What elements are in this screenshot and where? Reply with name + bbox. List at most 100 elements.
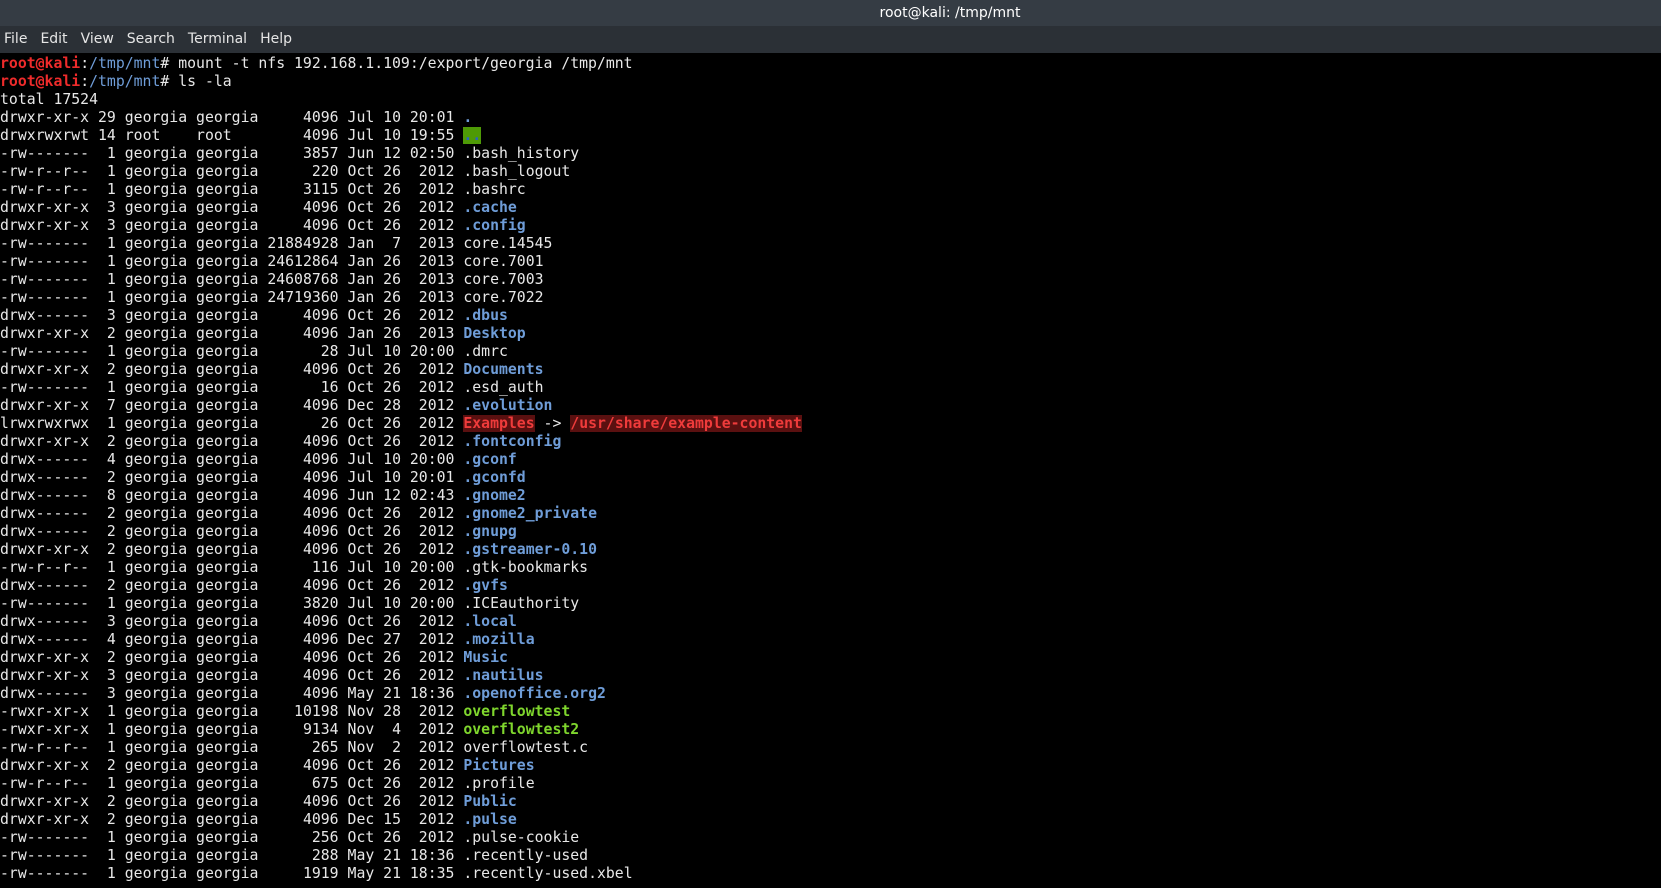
entry-name[interactable]: Public bbox=[463, 793, 516, 810]
entry-links: 3 bbox=[98, 667, 116, 684]
entry-name[interactable]: .esd_auth bbox=[463, 379, 543, 396]
entry-permissions: drwx------ bbox=[0, 577, 90, 594]
entry-name[interactable]: .gnupg bbox=[463, 523, 516, 540]
prompt-symbol: # bbox=[160, 55, 179, 72]
entry-name[interactable]: .mozilla bbox=[463, 631, 534, 648]
entry-name[interactable]: .nautilus bbox=[463, 667, 543, 684]
entry-group: georgia bbox=[196, 559, 259, 576]
entry-group: georgia bbox=[196, 451, 259, 468]
entry-name[interactable]: .ICEauthority bbox=[463, 595, 579, 612]
entry-name[interactable]: .gnome2_private bbox=[463, 505, 597, 522]
entry-links: 14 bbox=[98, 127, 116, 144]
entry-name[interactable]: Pictures bbox=[463, 757, 534, 774]
entry-owner: georgia bbox=[124, 739, 188, 756]
entry-links: 2 bbox=[98, 793, 116, 810]
menu-file[interactable]: File bbox=[0, 26, 35, 53]
entry-name[interactable]: .recently-used.xbel bbox=[463, 865, 632, 882]
entry-name[interactable]: . bbox=[463, 109, 472, 126]
listing-row: -rw-r--r-- 1 georgia georgia 220 Oct 26 … bbox=[0, 163, 1661, 181]
entry-name[interactable]: .cache bbox=[463, 199, 516, 216]
title-bar[interactable]: root@kali: /tmp/mnt bbox=[0, 0, 1661, 26]
entry-name[interactable]: Desktop bbox=[463, 325, 525, 342]
entry-links: 1 bbox=[98, 415, 116, 432]
entry-size: 4096 bbox=[267, 541, 339, 558]
entry-name[interactable]: .gvfs bbox=[463, 577, 508, 594]
entry-links: 1 bbox=[98, 847, 116, 864]
entry-owner: georgia bbox=[124, 559, 188, 576]
link-target[interactable]: /usr/share/example-content bbox=[570, 415, 802, 432]
entry-links: 3 bbox=[98, 613, 116, 630]
entry-date: Oct 26 2012 bbox=[347, 775, 455, 792]
entry-name[interactable]: .fontconfig bbox=[463, 433, 561, 450]
entry-permissions: drwxr-xr-x bbox=[0, 217, 90, 234]
entry-name[interactable]: .config bbox=[463, 217, 525, 234]
terminal-output[interactable]: root@kali:/tmp/mnt# mount -t nfs 192.168… bbox=[0, 55, 1661, 888]
entry-name[interactable]: .profile bbox=[463, 775, 534, 792]
entry-name[interactable]: .pulse-cookie bbox=[463, 829, 579, 846]
entry-name[interactable]: core.7003 bbox=[463, 271, 543, 288]
entry-date: May 21 18:36 bbox=[347, 847, 455, 864]
entry-name[interactable]: overflowtest.c bbox=[463, 739, 588, 756]
entry-group: georgia bbox=[196, 703, 259, 720]
entry-group: georgia bbox=[196, 631, 259, 648]
entry-size: 4096 bbox=[267, 577, 339, 594]
entry-size: 265 bbox=[267, 739, 339, 756]
prompt-user: root@kali bbox=[0, 55, 81, 72]
entry-name[interactable]: .gstreamer-0.10 bbox=[463, 541, 597, 558]
entry-owner: georgia bbox=[124, 595, 188, 612]
entry-links: 1 bbox=[98, 271, 116, 288]
menu-help[interactable]: Help bbox=[255, 26, 300, 53]
entry-name[interactable]: .evolution bbox=[463, 397, 552, 414]
entry-name[interactable]: Music bbox=[463, 649, 508, 666]
listing-row: -rw------- 1 georgia georgia 288 May 21 … bbox=[0, 847, 1661, 865]
entry-name[interactable]: Examples bbox=[463, 415, 535, 432]
entry-date: Jan 26 2013 bbox=[347, 253, 455, 270]
entry-name[interactable]: .openoffice.org2 bbox=[463, 685, 606, 702]
entry-name[interactable]: .dmrc bbox=[463, 343, 508, 360]
entry-size: 4096 bbox=[267, 811, 339, 828]
listing-row: -rw-r--r-- 1 georgia georgia 675 Oct 26 … bbox=[0, 775, 1661, 793]
entry-name[interactable]: core.7001 bbox=[463, 253, 543, 270]
entry-permissions: -rw-r--r-- bbox=[0, 775, 90, 792]
entry-name[interactable]: .. bbox=[463, 127, 482, 144]
entry-name[interactable]: .bash_history bbox=[463, 145, 579, 162]
entry-links: 1 bbox=[98, 343, 116, 360]
entry-name[interactable]: core.7022 bbox=[463, 289, 543, 306]
entry-name[interactable]: .gconfd bbox=[463, 469, 525, 486]
entry-name[interactable]: Documents bbox=[463, 361, 543, 378]
entry-name[interactable]: .recently-used bbox=[463, 847, 588, 864]
entry-name[interactable]: .bash_logout bbox=[463, 163, 570, 180]
entry-name[interactable]: .dbus bbox=[463, 307, 508, 324]
entry-name[interactable]: .bashrc bbox=[463, 181, 525, 198]
entry-size: 3857 bbox=[267, 145, 339, 162]
entry-group: georgia bbox=[196, 181, 259, 198]
entry-group: georgia bbox=[196, 595, 259, 612]
listing-row: -rw-r--r-- 1 georgia georgia 116 Jul 10 … bbox=[0, 559, 1661, 577]
entry-size: 4096 bbox=[267, 649, 339, 666]
entry-name[interactable]: core.14545 bbox=[463, 235, 552, 252]
listing-row: drwxr-xr-x 29 georgia georgia 4096 Jul 1… bbox=[0, 109, 1661, 127]
entry-size: 4096 bbox=[267, 127, 339, 144]
entry-permissions: -rw------- bbox=[0, 379, 90, 396]
entry-name[interactable]: .local bbox=[463, 613, 516, 630]
listing-row: drwx------ 8 georgia georgia 4096 Jun 12… bbox=[0, 487, 1661, 505]
listing-row: drwxr-xr-x 2 georgia georgia 4096 Jan 26… bbox=[0, 325, 1661, 343]
entry-name[interactable]: .pulse bbox=[463, 811, 516, 828]
ls-total: total 17524 bbox=[0, 91, 98, 108]
entry-size: 4096 bbox=[267, 505, 339, 522]
entry-name[interactable]: overflowtest2 bbox=[463, 721, 579, 738]
entry-date: Jul 10 20:01 bbox=[347, 469, 455, 486]
entry-name[interactable]: .gconf bbox=[463, 451, 516, 468]
entry-permissions: -rwxr-xr-x bbox=[0, 721, 90, 738]
command-line: root@kali:/tmp/mnt# mount -t nfs 192.168… bbox=[0, 55, 1661, 73]
menu-edit[interactable]: Edit bbox=[35, 26, 75, 53]
entry-name[interactable]: .gnome2 bbox=[463, 487, 525, 504]
prompt-path: /tmp/mnt bbox=[89, 55, 161, 72]
menu-search[interactable]: Search bbox=[122, 26, 183, 53]
entry-name[interactable]: overflowtest bbox=[463, 703, 570, 720]
menu-terminal[interactable]: Terminal bbox=[183, 26, 255, 53]
entry-permissions: lrwxrwxrwx bbox=[0, 415, 90, 432]
entry-links: 1 bbox=[98, 775, 116, 792]
menu-view[interactable]: View bbox=[76, 26, 122, 53]
entry-name[interactable]: .gtk-bookmarks bbox=[463, 559, 588, 576]
